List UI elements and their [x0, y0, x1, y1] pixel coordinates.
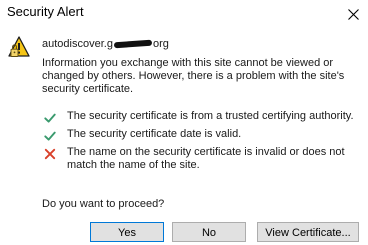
check-text: The security certificate date is valid.: [67, 128, 242, 140]
yes-button[interactable]: Yes: [90, 222, 164, 242]
check-text: The name on the security certificate is …: [67, 146, 345, 171]
view-certificate-button[interactable]: View Certificate...: [257, 222, 359, 242]
check-name-mismatch: The name on the security certificate is …: [42, 146, 364, 172]
host-visible-fragment: g: [106, 38, 113, 50]
red-x-icon: [44, 148, 56, 160]
certificate-checks: The security certificate is from a trust…: [42, 110, 364, 177]
dialog-title: Security Alert: [7, 4, 84, 19]
no-button[interactable]: No: [172, 222, 246, 242]
host-suffix: org: [152, 38, 169, 50]
green-check-icon: [44, 131, 56, 141]
title-bar: Security Alert: [0, 0, 368, 30]
site-host: autodiscover.g org: [42, 37, 169, 51]
warning-lock-icon: [8, 36, 30, 57]
security-alert-dialog: Security Alert autodiscover.g org Informa…: [0, 0, 368, 245]
check-trusted-authority: The security certificate is from a trust…: [42, 110, 364, 123]
intro-text: Information you exchange with this site …: [42, 57, 345, 95]
host-prefix: autodiscover.: [42, 38, 107, 50]
check-date-valid: The security certificate date is valid.: [42, 128, 364, 141]
close-icon: [347, 8, 359, 20]
close-button[interactable]: [338, 0, 368, 28]
redaction-mark: [113, 39, 153, 49]
check-text: The security certificate is from a trust…: [67, 110, 354, 122]
proceed-question: Do you want to proceed?: [42, 198, 165, 210]
green-check-icon: [44, 113, 56, 123]
